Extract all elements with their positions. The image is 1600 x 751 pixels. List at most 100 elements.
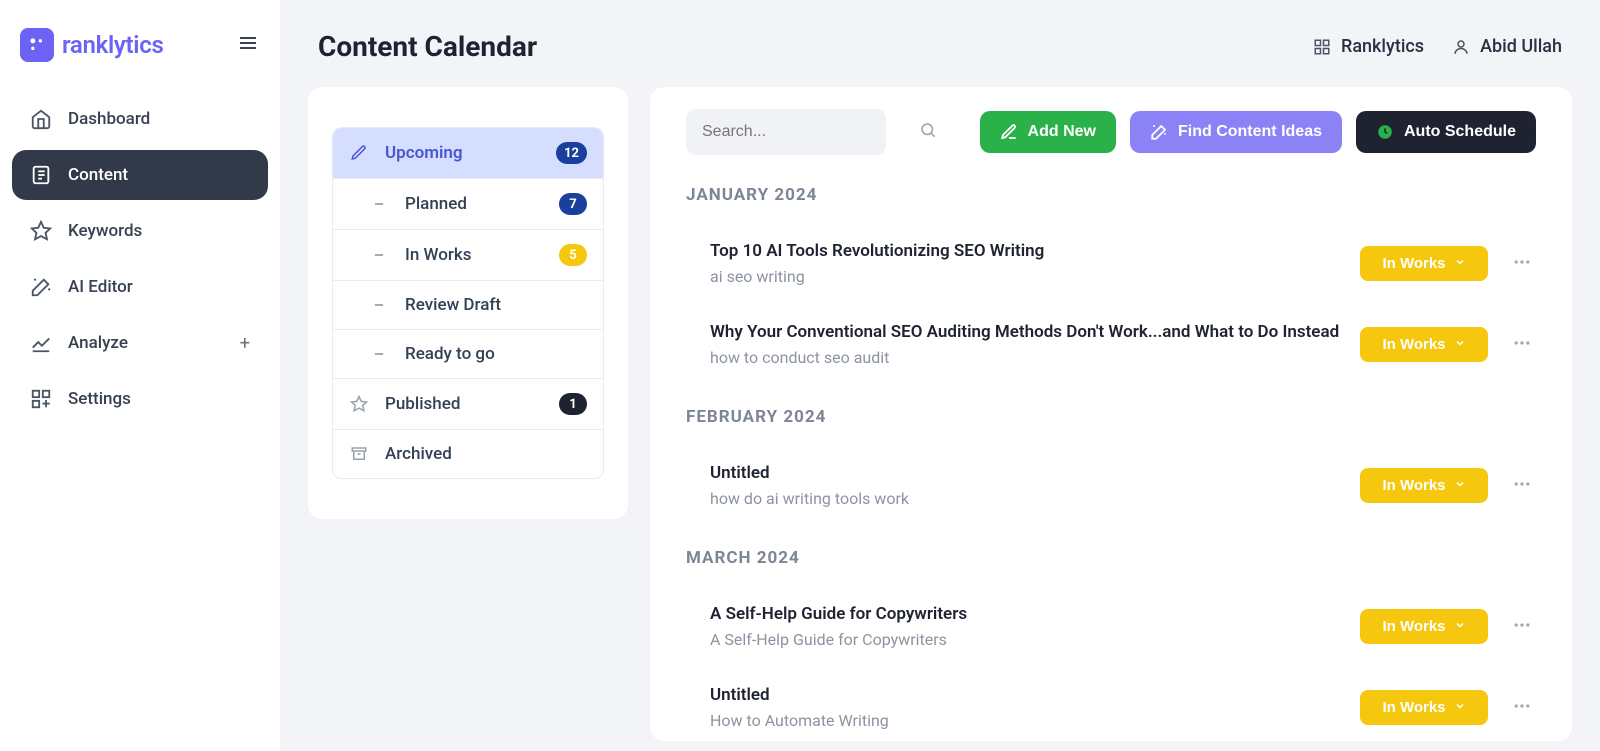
entry-title: Untitled [710, 685, 1340, 705]
content-entry[interactable]: Untitled How to Automate Writing In Works [686, 671, 1536, 741]
status-dropdown[interactable]: In Works [1360, 327, 1488, 362]
filter-label: Planned [405, 194, 467, 214]
star-icon [30, 220, 52, 242]
menu-toggle-icon[interactable] [236, 31, 260, 59]
more-menu-icon[interactable] [1508, 611, 1536, 643]
filter-row-in-works[interactable]: In Works 5 [333, 229, 603, 280]
status-label: In Works [1382, 255, 1445, 272]
entry-subtitle: ai seo writing [710, 267, 1340, 286]
sidebar-item-label: Dashboard [68, 109, 150, 129]
grid-icon [30, 388, 52, 410]
logo-mark-icon [20, 28, 54, 62]
status-dropdown[interactable]: In Works [1360, 468, 1488, 503]
topbar: Content Calendar Ranklytics Abid Ullah [308, 0, 1572, 87]
entry-subtitle: how do ai writing tools work [710, 489, 1340, 508]
sidebar-item-dashboard[interactable]: Dashboard [12, 94, 268, 144]
org-name: Ranklytics [1341, 36, 1424, 57]
more-menu-icon[interactable] [1508, 329, 1536, 361]
chevron-down-icon [1454, 336, 1466, 353]
more-menu-icon[interactable] [1508, 248, 1536, 280]
search-icon [919, 121, 937, 143]
user-name: Abid Ullah [1480, 36, 1562, 57]
search-box[interactable] [686, 109, 886, 155]
dash-icon [369, 248, 389, 262]
entry-title: Why Your Conventional SEO Auditing Metho… [710, 322, 1340, 342]
filter-panel: Upcoming12Planned7 In Works 5 Review Draft R… [308, 87, 628, 519]
wand-icon [30, 276, 52, 298]
button-label: Add New [1028, 123, 1096, 141]
logo-text: ranklytics [62, 31, 164, 59]
add-new-button[interactable]: Add New [980, 111, 1116, 153]
entry-subtitle: How to Automate Writing [710, 711, 1340, 730]
content-entry[interactable]: Untitled how do ai writing tools work In W… [686, 449, 1536, 530]
status-dropdown[interactable]: In Works [1360, 609, 1488, 644]
sidebar-item-label: Keywords [68, 221, 142, 241]
filter-label: Ready to go [405, 344, 495, 364]
sidebar-item-ai-editor[interactable]: AI Editor [12, 262, 268, 312]
content-entry[interactable]: Why Your Conventional SEO Auditing Metho… [686, 308, 1536, 389]
dash-icon [369, 347, 389, 361]
filter-row-ready-to-go[interactable]: Ready to go [333, 329, 603, 378]
filter-row-upcoming[interactable]: Upcoming12 [333, 128, 603, 178]
user-menu[interactable]: Abid Ullah [1452, 36, 1562, 57]
chart-icon [30, 332, 52, 354]
sidebar-item-label: Settings [68, 389, 131, 409]
filter-label: Published [385, 394, 460, 414]
entry-title: A Self-Help Guide for Copywriters [710, 604, 1340, 624]
auto-schedule-button[interactable]: Auto Schedule [1356, 111, 1536, 153]
content-entry[interactable]: A Self-Help Guide for Copywriters A Self-… [686, 590, 1536, 671]
filter-row-review-draft[interactable]: Review Draft [333, 280, 603, 329]
entry-title: Untitled [710, 463, 1340, 483]
filter-badge: 5 [559, 244, 587, 266]
status-dropdown[interactable]: In Works [1360, 246, 1488, 281]
filter-row-planned[interactable]: Planned7 [333, 178, 603, 229]
more-menu-icon[interactable] [1508, 470, 1536, 502]
clock-icon [1376, 123, 1394, 141]
sidebar-item-keywords[interactable]: Keywords [12, 206, 268, 256]
filter-row-published[interactable]: Published 1 [333, 378, 603, 429]
status-label: In Works [1382, 699, 1445, 716]
entry-subtitle: A Self-Help Guide for Copywriters [710, 630, 1340, 649]
chevron-down-icon [1454, 477, 1466, 494]
dash-icon [369, 197, 389, 211]
find-ideas-button[interactable]: Find Content Ideas [1130, 111, 1342, 153]
user-icon [1452, 38, 1470, 56]
status-dropdown[interactable]: In Works [1360, 690, 1488, 725]
filter-label: In Works [405, 245, 471, 265]
page-title: Content Calendar [318, 30, 537, 63]
sidebar-item-content[interactable]: Content [12, 150, 268, 200]
chevron-down-icon [1454, 255, 1466, 272]
sidebar-item-label: Content [68, 165, 128, 185]
dash-icon [369, 298, 389, 312]
logo[interactable]: ranklytics [20, 28, 164, 62]
sidebar-item-analyze[interactable]: Analyze + [12, 318, 268, 368]
content-list-panel: Add New Find Content Ideas Auto Schedule [650, 87, 1572, 741]
more-menu-icon[interactable] [1508, 692, 1536, 724]
org-switcher[interactable]: Ranklytics [1313, 36, 1424, 57]
filter-label: Review Draft [405, 295, 501, 315]
filter-row-archived[interactable]: Archived [333, 429, 603, 478]
status-label: In Works [1382, 336, 1445, 353]
building-icon [1313, 38, 1331, 56]
filter-label: Upcoming [385, 143, 463, 163]
sparkle-icon [1150, 123, 1168, 141]
entry-title: Top 10 AI Tools Revolutionizing SEO Writ… [710, 241, 1340, 261]
status-label: In Works [1382, 618, 1445, 635]
search-input[interactable] [702, 123, 909, 141]
month-label: MARCH 2024 [686, 548, 1536, 568]
chevron-down-icon [1454, 699, 1466, 716]
filter-badge: 1 [559, 393, 587, 415]
sidebar-item-label: Analyze [68, 333, 128, 353]
plus-icon[interactable]: + [240, 333, 250, 354]
pencil-icon [349, 144, 369, 162]
filter-label: Archived [385, 444, 452, 464]
month-label: JANUARY 2024 [686, 185, 1536, 205]
content-entry[interactable]: Top 10 AI Tools Revolutionizing SEO Writ… [686, 227, 1536, 308]
button-label: Find Content Ideas [1178, 123, 1322, 141]
staro-icon [349, 395, 369, 413]
sidebar-item-settings[interactable]: Settings [12, 374, 268, 424]
edit-icon [1000, 123, 1018, 141]
status-label: In Works [1382, 477, 1445, 494]
home-icon [30, 108, 52, 130]
button-label: Auto Schedule [1404, 123, 1516, 141]
